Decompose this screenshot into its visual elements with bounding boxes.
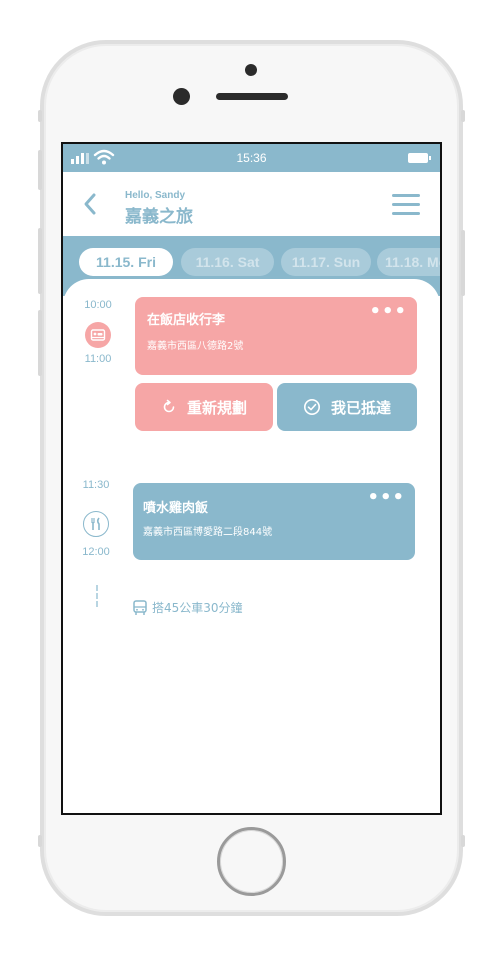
- power-button: [461, 230, 465, 296]
- greeting-text: Hello, Sandy: [125, 190, 186, 201]
- earpiece-speaker: [216, 93, 288, 100]
- check-circle-icon: [303, 399, 320, 415]
- more-options-icon[interactable]: •••: [367, 487, 405, 508]
- utensils-icon: [83, 511, 109, 537]
- back-arrow-icon[interactable]: [81, 192, 99, 216]
- event-start-time: 11:30: [82, 479, 110, 491]
- side-notch-right: [461, 110, 465, 122]
- volume-down-button: [38, 310, 42, 376]
- mute-switch: [38, 150, 42, 190]
- arrived-button[interactable]: 我已抵達: [277, 383, 417, 431]
- front-camera: [173, 88, 190, 105]
- event-title: 在飯店收行李: [147, 313, 226, 328]
- hamburger-menu-icon[interactable]: [392, 194, 420, 216]
- bed-icon: [85, 322, 111, 348]
- side-notch: [38, 110, 42, 122]
- event-address: 嘉義市西區博愛路二段844號: [143, 527, 273, 538]
- itinerary-list: 10:00 11:00 在飯店收行李 嘉義市西區八德路2號 ••• 重新規劃 我…: [63, 279, 440, 813]
- date-tab-1118[interactable]: 11.18. Mon: [377, 248, 440, 276]
- status-time: 15:36: [236, 151, 267, 165]
- screen: 15:36 Hello, Sandy 嘉義之旅 11.15. Fri 11.16…: [61, 142, 442, 815]
- event-address: 嘉義市西區八德路2號: [147, 341, 244, 352]
- event-title: 噴水雞肉飯: [143, 501, 209, 516]
- date-tab-1115[interactable]: 11.15. Fri: [79, 248, 173, 276]
- replan-label: 重新規劃: [186, 398, 247, 417]
- volume-up-button: [38, 228, 42, 294]
- transit-info: 搭45公車30分鐘: [133, 599, 243, 616]
- date-tab-1116[interactable]: 11.16. Sat: [181, 248, 274, 276]
- home-button[interactable]: [217, 827, 286, 896]
- event-card-hotel[interactable]: 在飯店收行李 嘉義市西區八德路2號 •••: [135, 297, 417, 375]
- event-end-time: 12:00: [82, 546, 110, 558]
- event-card-restaurant[interactable]: 噴水雞肉飯 嘉義市西區博愛路二段844號 •••: [133, 483, 415, 560]
- replan-button[interactable]: 重新規劃: [135, 383, 273, 431]
- refresh-icon: [163, 399, 175, 413]
- battery-icon: [408, 153, 431, 163]
- side-notch-bottom-right: [461, 835, 465, 847]
- more-options-icon[interactable]: •••: [369, 301, 407, 322]
- header: Hello, Sandy 嘉義之旅: [63, 172, 440, 236]
- event-end-time: 11:00: [84, 353, 112, 365]
- status-bar: 15:36: [63, 144, 440, 172]
- event-start-time: 10:00: [84, 299, 112, 311]
- side-notch-bottom: [38, 835, 42, 847]
- sensor-dot: [245, 64, 257, 76]
- transit-text: 搭45公車30分鐘: [152, 601, 243, 615]
- arrived-label: 我已抵達: [330, 398, 391, 417]
- bus-icon: [133, 599, 147, 615]
- date-tab-1117[interactable]: 11.17. Sun: [281, 248, 371, 276]
- page-title: 嘉義之旅: [125, 207, 193, 227]
- timeline-connector: [96, 585, 98, 607]
